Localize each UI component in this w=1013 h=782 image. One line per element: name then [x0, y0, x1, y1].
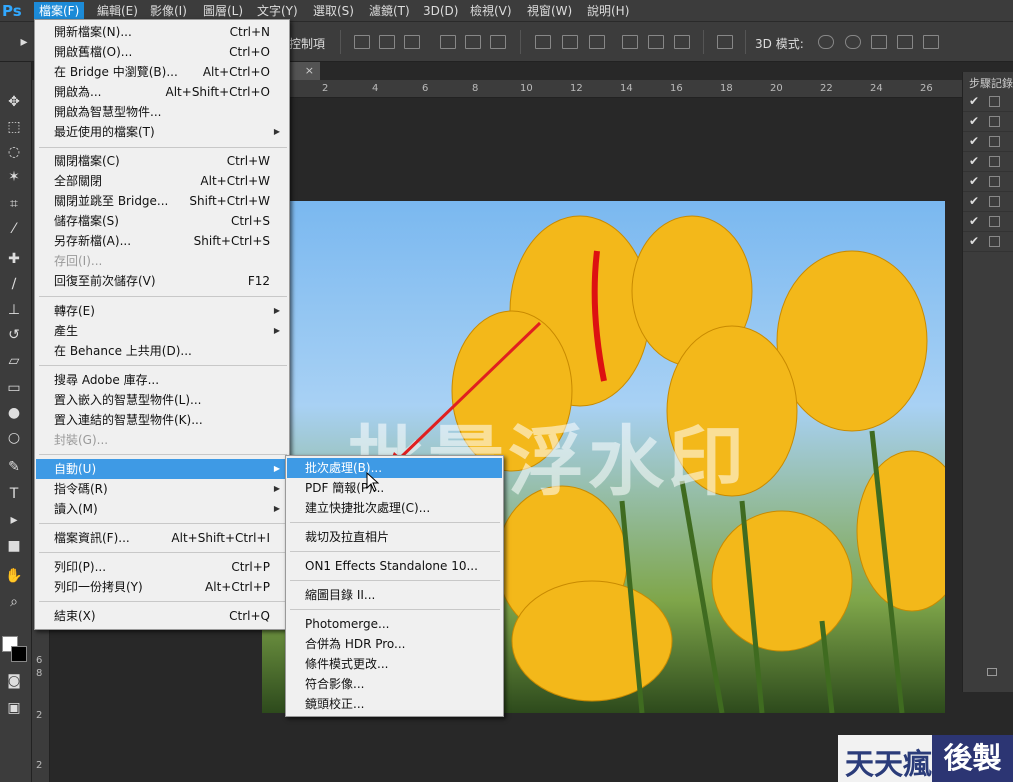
menu-separator: [290, 609, 500, 610]
file-menu-dropdown: 開新檔案(N)... Ctrl+N 開啟舊檔(O)... Ctrl+O 在 Brid…: [34, 19, 290, 630]
menu-item-revert[interactable]: 回復至前次儲存(V) F12: [36, 271, 288, 291]
submenu-item-photomerge[interactable]: Photomerge...: [287, 614, 502, 634]
brand-text-1: 天天瘋: [845, 747, 933, 781]
step-row[interactable]: ✔: [963, 172, 1013, 192]
menu-item-open-as[interactable]: 開啟為... Alt+Shift+Ctrl+O: [36, 82, 288, 102]
menu-separator: [290, 551, 500, 552]
submenu-item-fit-image[interactable]: 符合影像...: [287, 674, 502, 694]
new-action-icon[interactable]: [987, 668, 997, 676]
submenu-item-batch[interactable]: 批次處理(B)...: [287, 458, 502, 478]
menu-item-place-embedded[interactable]: 置入嵌入的智慧型物件(L)...: [36, 390, 288, 410]
menu-item-new[interactable]: 開新檔案(N)... Ctrl+N: [36, 22, 288, 42]
menu-item-save-as[interactable]: 另存新檔(A)... Shift+Ctrl+S: [36, 231, 288, 251]
submenu-arrow-icon: ▶: [273, 127, 280, 136]
menu-separator: [290, 580, 500, 581]
dialog-toggle[interactable]: [989, 236, 1000, 247]
menu-item-scripts[interactable]: 指令碼(R) ▶: [36, 479, 288, 499]
step-row[interactable]: ✔: [963, 92, 1013, 112]
menu-item-close-all[interactable]: 全部關閉 Alt+Ctrl+W: [36, 171, 288, 191]
menu-item-place-linked[interactable]: 置入連結的智慧型物件(K)...: [36, 410, 288, 430]
step-row[interactable]: ✔: [963, 132, 1013, 152]
check-icon[interactable]: ✔: [969, 114, 979, 128]
menu-item-package: 封裝(G)...: [54, 433, 109, 447]
submenu-item-contact-sheet[interactable]: 縮圖目錄 II...: [287, 585, 502, 605]
submenu-item-create-droplet[interactable]: 建立快捷批次處理(C)...: [287, 498, 502, 518]
menu-separator: [39, 454, 287, 455]
dialog-toggle[interactable]: [989, 96, 1000, 107]
dialog-toggle[interactable]: [989, 196, 1000, 207]
submenu-item-merge-hdr[interactable]: 合併為 HDR Pro...: [287, 634, 502, 654]
dialog-toggle[interactable]: [989, 116, 1000, 127]
menu-separator: [39, 296, 287, 297]
dialog-toggle[interactable]: [989, 136, 1000, 147]
dialog-toggle[interactable]: [989, 176, 1000, 187]
menu-separator: [290, 522, 500, 523]
menu-separator: [39, 365, 287, 366]
menu-item-close-go-bridge[interactable]: 關閉並跳至 Bridge... Shift+Ctrl+W: [36, 191, 288, 211]
submenu-arrow-icon: ▶: [273, 306, 280, 315]
menu-item-share-behance[interactable]: 在 Behance 上共用(D)...: [36, 341, 288, 361]
panel-title: 步驟記錄: [969, 77, 1013, 90]
menu-item-open-smart-object[interactable]: 開啟為智慧型物件...: [36, 102, 288, 122]
step-row[interactable]: ✔: [963, 112, 1013, 132]
menu-item-print-one-copy[interactable]: 列印一份拷貝(Y) Alt+Ctrl+P: [36, 577, 288, 597]
menu-item-check-in: 存回(I)...: [54, 254, 103, 268]
check-icon[interactable]: ✔: [969, 214, 979, 228]
menu-item-automate[interactable]: 自動(U) ▶: [36, 459, 288, 479]
menu-separator: [39, 601, 287, 602]
menu-separator: [39, 147, 287, 148]
submenu-item-conditional-mode[interactable]: 條件模式更改...: [287, 654, 502, 674]
check-icon[interactable]: ✔: [969, 154, 979, 168]
menu-item-search-stock[interactable]: 搜尋 Adobe 庫存...: [36, 370, 288, 390]
check-icon[interactable]: ✔: [969, 234, 979, 248]
submenu-item-crop-straighten[interactable]: 裁切及拉直相片: [287, 527, 502, 547]
brand-logo: 天天瘋 後製: [838, 735, 1013, 782]
menu-item-exit[interactable]: 結束(X) Ctrl+Q: [36, 606, 288, 626]
submenu-arrow-icon: ▶: [273, 326, 280, 335]
menu-item-generate[interactable]: 產生 ▶: [36, 321, 288, 341]
menu-separator: [39, 523, 287, 524]
menu-item-import[interactable]: 讀入(M) ▶: [36, 499, 288, 519]
menu-separator: [39, 552, 287, 553]
menu-item-recent[interactable]: 最近使用的檔案(T) ▶: [36, 122, 288, 142]
check-icon[interactable]: ✔: [969, 134, 979, 148]
history-panel: 步驟記錄 ✔ ✔ ✔ ✔ ✔ ✔ ✔ ✔: [962, 72, 1013, 692]
dialog-toggle[interactable]: [989, 156, 1000, 167]
menu-item-close[interactable]: 關閉檔案(C) Ctrl+W: [36, 151, 288, 171]
menu-item-export[interactable]: 轉存(E) ▶: [36, 301, 288, 321]
menu-item-open[interactable]: 開啟舊檔(O)... Ctrl+O: [36, 42, 288, 62]
menu-item-print[interactable]: 列印(P)... Ctrl+P: [36, 557, 288, 577]
submenu-arrow-icon: ▶: [273, 484, 280, 493]
step-row[interactable]: ✔: [963, 152, 1013, 172]
check-icon[interactable]: ✔: [969, 94, 979, 108]
brand-text-2: 後製: [932, 735, 1013, 782]
menu-item-save[interactable]: 儲存檔案(S) Ctrl+S: [36, 211, 288, 231]
step-row[interactable]: ✔: [963, 232, 1013, 252]
check-icon[interactable]: ✔: [969, 194, 979, 208]
check-icon[interactable]: ✔: [969, 174, 979, 188]
mouse-cursor-icon: [366, 472, 380, 492]
automate-submenu: 批次處理(B)... PDF 簡報(P)... 建立快捷批次處理(C)... 裁…: [285, 455, 504, 717]
submenu-item-lens-correction[interactable]: 鏡頭校正...: [287, 694, 502, 714]
submenu-arrow-icon: ▶: [273, 504, 280, 513]
step-row[interactable]: ✔: [963, 192, 1013, 212]
dialog-toggle[interactable]: [989, 216, 1000, 227]
submenu-item-pdf-presentation[interactable]: PDF 簡報(P)...: [287, 478, 502, 498]
step-row[interactable]: ✔: [963, 212, 1013, 232]
submenu-arrow-icon: ▶: [273, 464, 280, 473]
menu-item-file-info[interactable]: 檔案資訊(F)... Alt+Shift+Ctrl+I: [36, 528, 288, 548]
menu-item-browse-bridge[interactable]: 在 Bridge 中瀏覽(B)... Alt+Ctrl+O: [36, 62, 288, 82]
submenu-item-on1-effects[interactable]: ON1 Effects Standalone 10...: [287, 556, 502, 576]
